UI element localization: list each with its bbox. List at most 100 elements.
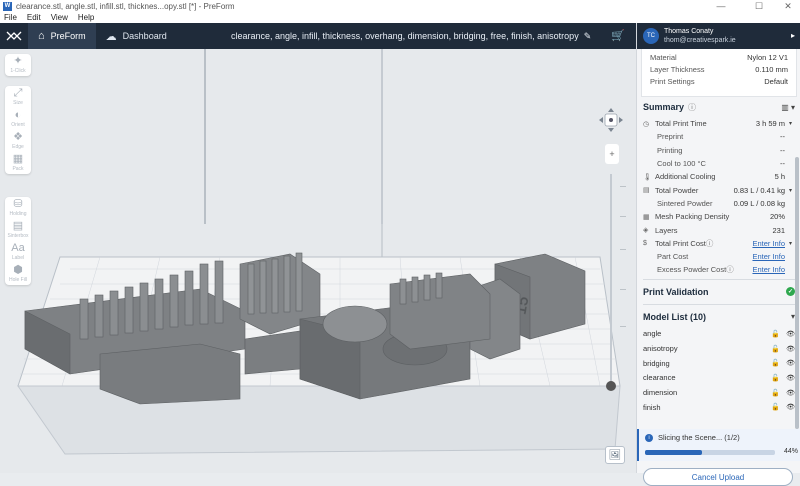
formlabs-logo-icon[interactable] [0, 23, 28, 49]
unlock-icon[interactable]: 🔓 [771, 403, 780, 411]
summary-title: Summary [643, 102, 685, 112]
panel-scrollbar[interactable] [795, 49, 799, 429]
chart-toggle-icon[interactable]: ▥ ▾ [781, 103, 795, 112]
model-row-actions: 🔓 👁 [771, 374, 795, 382]
info-icon[interactable]: ⓘ [706, 238, 714, 249]
summary-row: ◈ Layers 231 [637, 223, 800, 236]
scale-tick: — [620, 214, 626, 220]
eye-icon[interactable]: 👁 [786, 345, 795, 353]
model-list-header[interactable]: Model List (10) ▾ [637, 307, 800, 327]
menu-file[interactable]: File [4, 13, 17, 22]
panel-scroll-area[interactable]: Material Nylon 12 V1 Layer Thickness 0.110… [637, 49, 800, 429]
unlock-icon[interactable]: 🔓 [771, 345, 780, 353]
enter-info-link[interactable]: Enter Info [752, 265, 785, 274]
summary-header[interactable]: Summary ⓘ ▥ ▾ [637, 97, 800, 117]
info-icon[interactable]: ⓘ [688, 102, 696, 113]
chevron-right-icon[interactable]: ▸ [791, 31, 795, 40]
print-validation-header[interactable]: Print Validation ✓ [637, 282, 800, 302]
pack-tool-button[interactable]: ▦ Pack [5, 152, 31, 174]
tab-preform[interactable]: ⌂ PreForm [28, 23, 96, 49]
info-icon[interactable]: ⓘ [726, 264, 734, 275]
orient-tool-button[interactable]: ◐ Orient [5, 108, 31, 130]
scrollbar-thumb[interactable] [795, 157, 799, 429]
view-navigation-cube[interactable] [598, 107, 624, 133]
menu-view[interactable]: View [51, 13, 68, 22]
summary-row-value: -- [780, 145, 785, 155]
model-name: finish [643, 402, 661, 412]
toolbar-group-edit: ⤢ Size ◐ Orient ❖ Edge ▦ Pack [5, 86, 31, 174]
eye-icon[interactable]: 👁 [786, 359, 795, 367]
eye-icon[interactable]: 👁 [786, 330, 795, 338]
screenshot-button[interactable]: 🖼 [605, 446, 625, 464]
summary-row-icon: ◈ [643, 227, 649, 235]
model-row-actions: 🔓 👁 [771, 345, 795, 353]
summary-row[interactable]: ▤ Total Powder 0.83 L / 0.41 kg ▾ [637, 183, 800, 196]
minimize-button[interactable]: — [711, 0, 731, 12]
eye-icon[interactable]: 👁 [786, 403, 795, 411]
eye-icon[interactable]: 👁 [786, 389, 795, 397]
model-row-actions: 🔓 👁 [771, 359, 795, 367]
build-volume-scene: 15 [17, 49, 621, 455]
scene-viewport[interactable]: 15 ✦ 1-Click ⤢ Size ◐ Orient ❖ Edge ▦ Pa… [0, 49, 636, 473]
cloud-icon: ☁ [105, 30, 117, 43]
check-circle-icon: ✓ [786, 287, 795, 297]
list-item[interactable]: anisotropy 🔓 👁 [637, 341, 800, 356]
cart-icon[interactable]: 🛒 [611, 29, 625, 42]
edge-tool-button[interactable]: ❖ Edge [5, 130, 31, 152]
summary-row-label: Total Print Time [655, 119, 707, 129]
summary-row-label: Printing [657, 145, 683, 155]
account-bar[interactable]: TC Thomas Conaty thom@creativespark.ie ▸ [637, 23, 800, 49]
summary-row: 🌡 Additional Cooling 5 h [637, 170, 800, 183]
enter-info-link[interactable]: Enter Info [752, 239, 785, 248]
model-row-actions: 🔓 👁 [771, 330, 795, 338]
maximize-button[interactable]: ☐ [749, 0, 769, 12]
app-header: ⌂ PreForm ☁ Dashboard clearance, angle, … [0, 23, 636, 49]
enter-info-link[interactable]: Enter Info [752, 252, 785, 261]
zoom-in-button[interactable]: + [605, 144, 619, 164]
unlock-icon[interactable]: 🔓 [771, 389, 780, 397]
orient-icon: ◐ [14, 109, 22, 121]
hole-fill-tool-button[interactable]: ⬢ Hole Fill [5, 263, 31, 285]
layer-thickness-row: Layer Thickness 0.110 mm [650, 64, 788, 74]
unlock-icon[interactable]: 🔓 [771, 359, 780, 367]
summary-row-value: -- [780, 159, 785, 169]
scale-tick: — [620, 287, 626, 293]
list-item[interactable]: bridging 🔓 👁 [637, 356, 800, 371]
label-text-icon: Aa [11, 242, 25, 254]
list-item[interactable]: dimension 🔓 👁 [637, 385, 800, 400]
summary-row: Printing -- [637, 144, 800, 157]
close-button[interactable]: ✕ [778, 0, 798, 12]
eye-icon[interactable]: 👁 [786, 374, 795, 382]
resize-icon: ⤢ [13, 87, 23, 99]
slicing-label: Slicing the Scene... (1/2) [658, 433, 740, 442]
label-tool-button[interactable]: Aa Label [5, 241, 31, 263]
unlock-icon[interactable]: 🔓 [771, 330, 780, 338]
tab-preform-label: PreForm [50, 31, 86, 41]
tab-dashboard[interactable]: ☁ Dashboard [96, 23, 177, 49]
model-list-title: Model List (10) [643, 311, 707, 322]
edge-icon: ❖ [13, 131, 23, 143]
list-item[interactable]: finish 🔓 👁 [637, 400, 800, 415]
list-item[interactable]: clearance 🔓 👁 [637, 371, 800, 386]
unlock-icon[interactable]: 🔓 [771, 374, 780, 382]
holding-tool-button[interactable]: ⛁ Holding [5, 197, 31, 219]
summary-row[interactable]: ◷ Total Print Time 3 h 59 m ▾ [637, 117, 800, 130]
one-click-print-button[interactable]: ✦ 1-Click [5, 54, 31, 76]
summary-row-icon: 🌡 [643, 173, 652, 181]
edit-pencil-icon[interactable]: ✎ [584, 31, 592, 42]
summary-row[interactable]: $ Total Print Cost ⓘ Enter Info ▾ [637, 237, 800, 250]
summary-row-label: Part Cost [657, 252, 689, 262]
list-item[interactable]: angle 🔓 👁 [637, 327, 800, 342]
summary-row-value: 0.83 L / 0.41 kg [733, 185, 785, 195]
cancel-upload-button[interactable]: Cancel Upload [643, 468, 793, 486]
layer-slider-handle[interactable] [606, 381, 616, 391]
layer-slider-track[interactable] [610, 174, 612, 386]
sinterbox-tool-button[interactable]: ▤ Sinterbox [5, 219, 31, 241]
size-tool-button[interactable]: ⤢ Size [5, 86, 31, 108]
menu-help[interactable]: Help [78, 13, 94, 22]
menu-edit[interactable]: Edit [27, 13, 41, 22]
job-title[interactable]: clearance, angle, infill, thickness, ove… [231, 23, 591, 49]
summary-row[interactable]: Excess Powder Cost ⓘ Enter Info [637, 263, 800, 276]
summary-row[interactable]: Part Cost Enter Info [637, 250, 800, 263]
sinterbox-icon: ▤ [12, 220, 24, 232]
